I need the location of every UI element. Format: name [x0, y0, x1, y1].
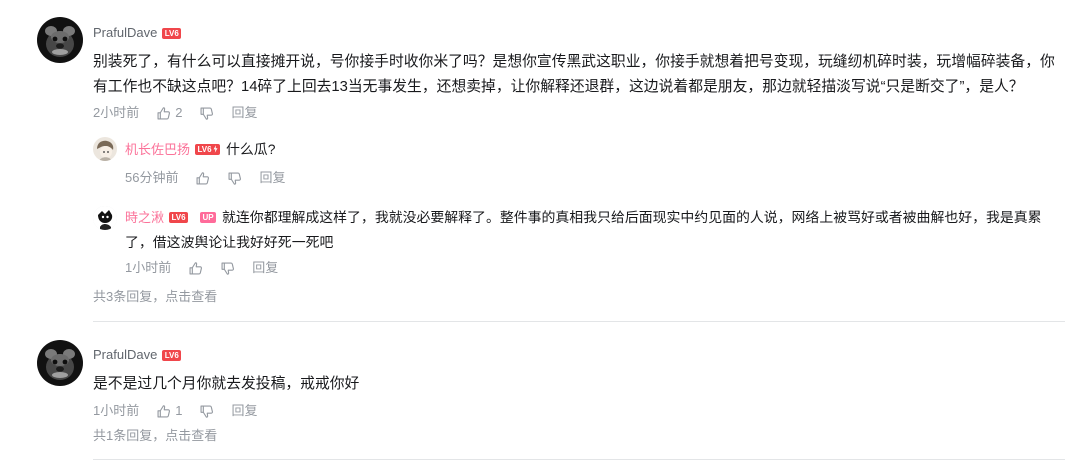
thumbs-up-icon — [196, 171, 210, 184]
reply-avatar[interactable] — [93, 137, 117, 161]
comment-header: PrafulDave LV6 — [93, 24, 182, 42]
reply-text: 就连你都理解成这样了，我就没必要解释了。整件事的真相我只给后面现实中约见面的人说… — [125, 209, 1042, 250]
level-badge-text: LV6 — [197, 145, 212, 154]
reply-username[interactable]: 時之湫 — [125, 210, 164, 225]
comment: PrafulDave LV6 别装死了，有什么可以直接摊开说，号你接手时收你米了… — [0, 0, 1080, 323]
comment-actions: 1小时前 1 回复 — [93, 402, 257, 420]
view-replies-link[interactable]: 点击查看 — [165, 428, 217, 443]
comment: PrafulDave LV6 是不是过几个月你就去发投稿，戒戒你好 1小时前 1… — [0, 323, 1080, 466]
timestamp: 1小时前 — [125, 260, 172, 275]
thumbs-down-icon — [200, 405, 214, 418]
comment-text: 是不是过几个月你就去发投稿，戒戒你好 — [93, 376, 360, 392]
reply-avatar[interactable] — [93, 206, 117, 230]
like-count: 1 — [175, 403, 183, 418]
avatar[interactable] — [37, 17, 83, 63]
avatar-image — [93, 206, 117, 230]
like-button[interactable]: 2 — [156, 104, 182, 122]
comment-actions: 2小时前 2 回复 — [93, 104, 257, 122]
timestamp: 1小时前 — [93, 403, 140, 418]
thumbs-down-icon — [221, 262, 235, 275]
reply-actions: 56分钟前 回复 — [125, 169, 285, 187]
level-badge: LV6 — [162, 27, 182, 39]
comment-divider — [93, 321, 1065, 322]
reply-button[interactable]: 回复 — [259, 169, 285, 187]
reply-username[interactable]: 机长佐巴扬 — [125, 142, 190, 157]
reply-actions: 1小时前 回复 — [125, 259, 278, 277]
thumbs-up-icon — [157, 106, 171, 119]
reply-item: 机长佐巴扬 LV6 什么瓜? — [125, 137, 1050, 162]
thumbs-up-icon — [189, 261, 203, 274]
level-badge: LV6 — [169, 212, 189, 223]
timestamp: 56分钟前 — [125, 170, 179, 185]
reply-button[interactable]: 回复 — [252, 259, 278, 277]
avatar-image — [93, 137, 117, 161]
reply-count: 共1条回复， — [93, 428, 166, 443]
reply-summary: 共3条回复，点击查看 — [93, 288, 217, 306]
reply-text: 什么瓜? — [226, 141, 276, 157]
like-button[interactable] — [188, 261, 203, 276]
comment-header: PrafulDave LV6 — [93, 346, 182, 364]
avatar-image — [37, 340, 83, 386]
username[interactable]: PrafulDave — [93, 346, 157, 364]
timestamp: 2小时前 — [93, 105, 140, 120]
up-badge: UP — [200, 212, 217, 223]
username[interactable]: PrafulDave — [93, 24, 157, 42]
like-button[interactable]: 1 — [156, 402, 182, 420]
thumbs-down-icon — [228, 172, 242, 185]
thumbs-up-icon — [157, 404, 171, 417]
dislike-button[interactable] — [220, 261, 235, 276]
view-replies-link[interactable]: 点击查看 — [165, 289, 217, 304]
avatar-image — [37, 17, 83, 63]
reply-count: 共3条回复， — [93, 289, 166, 304]
dislike-button[interactable] — [199, 404, 214, 419]
avatar[interactable] — [37, 340, 83, 386]
comment-divider — [93, 459, 1065, 460]
lightning-icon — [213, 145, 218, 153]
thumbs-down-icon — [200, 107, 214, 120]
level-badge: LV6 — [162, 349, 182, 361]
reply-button[interactable]: 回复 — [231, 104, 257, 122]
like-count: 2 — [175, 105, 183, 120]
reply-summary: 共1条回复，点击查看 — [93, 427, 217, 445]
reply-item: 時之湫 LV6 UP 就连你都理解成这样了，我就没必要解释了。整件事的真相我只给后面现… — [125, 205, 1050, 255]
level-badge: LV6 — [195, 144, 221, 155]
comment-text: 别装死了，有什么可以直接摊开说，号你接手时收你米了吗？是想你宣传黑武这职业，你接… — [93, 54, 1055, 95]
like-button[interactable] — [195, 171, 210, 186]
dislike-button[interactable] — [199, 106, 214, 121]
dislike-button[interactable] — [227, 171, 242, 186]
comment-section: PrafulDave LV6 别装死了，有什么可以直接摊开说，号你接手时收你米了… — [0, 0, 1080, 466]
reply-button[interactable]: 回复 — [231, 402, 257, 420]
